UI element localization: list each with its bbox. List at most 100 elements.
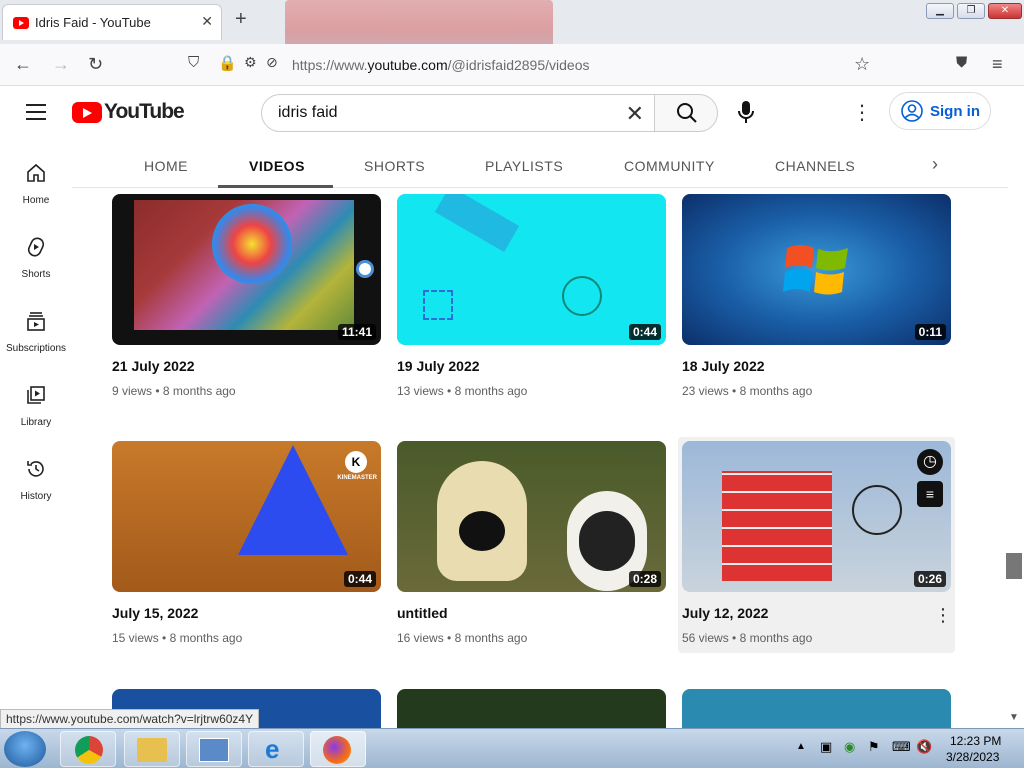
control-panel-icon — [199, 738, 229, 762]
url-bar[interactable]: https://www.youtube.com/@idrisfaid2895/v… — [292, 57, 590, 73]
sidebar-item-shorts[interactable]: Shorts — [0, 236, 72, 280]
video-title[interactable]: July 15, 2022 — [112, 605, 198, 621]
network-tray-icon[interactable]: ▣ — [820, 739, 832, 755]
tab-shorts[interactable]: SHORTS — [364, 158, 425, 174]
lock-icon[interactable]: 🔒 — [218, 54, 237, 72]
sign-in-button[interactable]: Sign in — [889, 92, 991, 130]
video-thumbnail[interactable]: 0:28 — [397, 441, 666, 592]
video-meta: 13 views • 8 months ago — [397, 384, 528, 398]
sidebar-item-subscriptions[interactable]: Subscriptions — [0, 310, 72, 354]
video-card[interactable]: 0:11 18 July 2022 23 views • 8 months ag… — [682, 194, 951, 404]
search-icon — [677, 103, 697, 123]
new-tab-button[interactable]: + — [235, 8, 247, 31]
sidebar-item-library[interactable]: Library — [0, 384, 72, 428]
sidebar-item-history[interactable]: History — [0, 458, 72, 502]
sign-in-label: Sign in — [930, 103, 980, 120]
control-panel-taskbar-button[interactable] — [186, 731, 242, 767]
video-thumbnail[interactable]: 0:11 — [682, 194, 951, 345]
chrome-taskbar-button[interactable] — [60, 731, 116, 767]
explorer-taskbar-button[interactable] — [124, 731, 180, 767]
tab-playlists[interactable]: PLAYLISTS — [485, 158, 563, 174]
hamburger-menu-icon[interactable] — [26, 104, 46, 120]
search-button[interactable] — [654, 94, 718, 132]
account-icon — [901, 100, 923, 122]
url-prefix: https://www. — [292, 57, 368, 73]
add-to-queue-icon[interactable]: ≡ — [917, 481, 943, 507]
search-input[interactable]: idris faid ✕ — [261, 94, 655, 132]
video-title[interactable]: 19 July 2022 — [397, 358, 480, 374]
show-hidden-icons-icon[interactable]: ▲ — [796, 741, 806, 752]
video-thumbnail[interactable] — [682, 689, 951, 728]
ie-taskbar-button[interactable]: e — [248, 731, 304, 767]
firefox-taskbar-button[interactable] — [310, 731, 366, 767]
tracking-blocked-icon[interactable]: ⊘ — [266, 54, 278, 71]
action-center-flag-icon[interactable]: ⚑ — [868, 739, 880, 755]
watch-later-icon[interactable]: ◷ — [917, 449, 943, 475]
video-card[interactable]: 0:28 untitled 16 views • 8 months ago — [397, 441, 666, 651]
video-meta: 56 views • 8 months ago — [682, 631, 813, 645]
tab-home[interactable]: HOME — [144, 158, 188, 174]
view-count: 13 views — [397, 384, 444, 398]
taskbar-clock-date[interactable]: 3/28/2023 — [946, 750, 999, 764]
tab-channels[interactable]: CHANNELS — [775, 158, 855, 174]
kinemaster-logo-icon: K — [345, 451, 367, 473]
tab-community[interactable]: COMMUNITY — [624, 158, 715, 174]
close-window-button[interactable]: ✕ — [988, 3, 1022, 19]
network-icon[interactable]: ⌨ — [892, 739, 911, 755]
volume-muted-icon[interactable]: 🔇 — [916, 739, 932, 755]
bookmark-star-icon[interactable]: ☆ — [854, 54, 870, 75]
video-title[interactable]: 21 July 2022 — [112, 358, 195, 374]
firefox-icon — [323, 736, 351, 764]
tab-videos[interactable]: VIDEOS — [249, 158, 305, 174]
video-card[interactable]: 0:44 19 July 2022 13 views • 8 months ag… — [397, 194, 666, 404]
video-thumbnail[interactable] — [397, 689, 666, 728]
triangle-shape — [238, 445, 348, 555]
shield-icon[interactable]: ⛉ — [188, 54, 199, 71]
browser-tab[interactable]: Idris Faid - YouTube ✕ — [2, 4, 222, 40]
more-options-icon[interactable]: ⋮ — [852, 100, 872, 125]
sidebar-item-home[interactable]: Home — [0, 162, 72, 206]
clear-search-icon[interactable]: ✕ — [626, 101, 644, 127]
maximize-button[interactable]: ❐ — [957, 3, 985, 19]
browser-tab-bar: Idris Faid - YouTube ✕ + ▁ ❐ ✕ — [0, 0, 1024, 76]
video-thumbnail[interactable]: 0:44 — [397, 194, 666, 345]
video-card[interactable]: K KINEMASTER 0:44 July 15, 2022 15 views… — [112, 441, 381, 651]
video-title[interactable]: July 12, 2022 — [682, 605, 768, 621]
youtube-logo-icon[interactable] — [72, 102, 102, 123]
video-title[interactable]: untitled — [397, 605, 448, 621]
windows-taskbar: e ▲ ▣ ◉ ⚑ ⌨ 🔇 12:23 PM 3/28/2023 — [0, 728, 1024, 768]
upload-age: 8 months ago — [454, 631, 528, 645]
scrollbar-thumb[interactable] — [1006, 553, 1022, 579]
video-title[interactable]: 18 July 2022 — [682, 358, 765, 374]
start-button[interactable] — [4, 731, 46, 767]
microphone-icon[interactable] — [737, 100, 755, 124]
url-domain: youtube.com — [367, 57, 448, 73]
video-duration: 0:28 — [628, 571, 661, 587]
minimize-button[interactable]: ▁ — [926, 3, 954, 19]
upload-age: 8 months ago — [162, 384, 236, 398]
channel-tabs: HOME VIDEOS SHORTS PLAYLISTS COMMUNITY C… — [72, 144, 1008, 188]
video-duration: 11:41 — [337, 324, 376, 340]
app-menu-icon[interactable]: ≡ — [992, 54, 1003, 75]
tab-close-icon[interactable]: ✕ — [201, 13, 213, 30]
youtube-logo-text[interactable]: YouTube — [104, 100, 185, 124]
sidebar-item-label: Home — [22, 195, 50, 206]
reload-icon[interactable]: ↻ — [88, 54, 103, 75]
upload-age: 8 months ago — [739, 384, 813, 398]
pocket-icon[interactable]: ⛊ — [956, 54, 967, 71]
app-tray-icon[interactable]: ◉ — [844, 739, 855, 755]
scroll-down-icon[interactable]: ▼ — [1009, 712, 1019, 723]
back-arrow-icon[interactable]: ← — [14, 54, 32, 75]
taskbar-clock-time[interactable]: 12:23 PM — [950, 734, 1001, 748]
forward-arrow-icon[interactable]: → — [52, 54, 70, 75]
record-button-icon — [356, 260, 374, 278]
video-thumbnail[interactable]: 11:41 — [112, 194, 381, 345]
video-thumbnail[interactable]: ◷ ≡ 0:26 — [682, 441, 951, 592]
search-value: idris faid — [278, 104, 338, 121]
video-card[interactable]: 11:41 21 July 2022 9 views • 8 months ag… — [112, 194, 381, 404]
video-thumbnail[interactable]: K KINEMASTER 0:44 — [112, 441, 381, 592]
chevron-right-icon[interactable]: › — [932, 154, 939, 175]
video-options-icon[interactable]: ⋮ — [934, 605, 952, 626]
permissions-icon[interactable]: ⚙ — [244, 54, 257, 71]
video-card-hovered[interactable]: ◷ ≡ 0:26 July 12, 2022 56 views • 8 mont… — [678, 437, 955, 653]
